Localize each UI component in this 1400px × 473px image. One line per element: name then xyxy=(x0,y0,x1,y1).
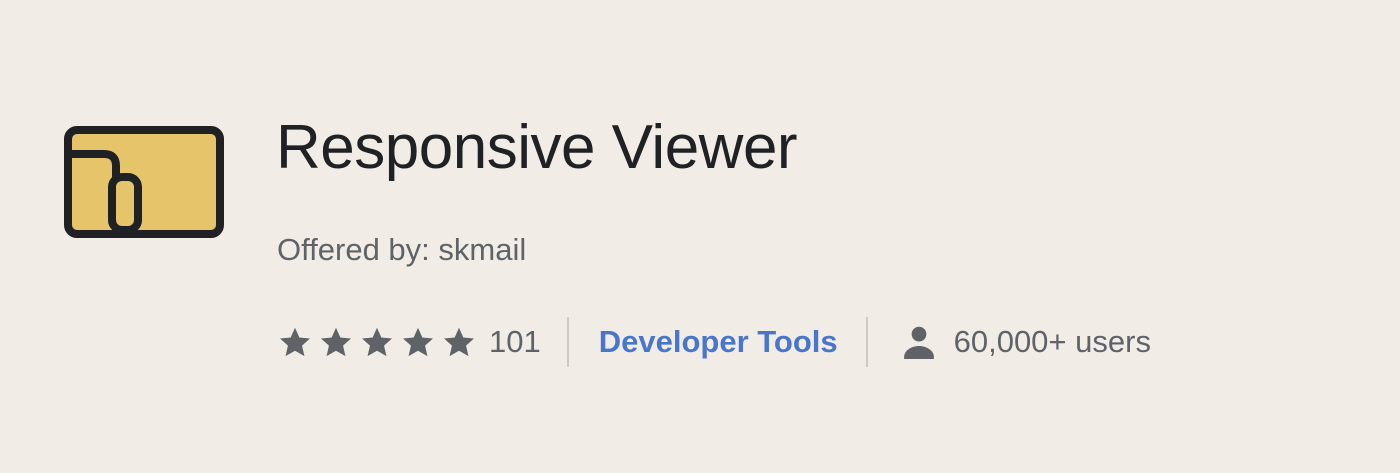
extension-header: Responsive Viewer Offered by: skmail 101… xyxy=(0,0,1400,473)
extension-meta-row: 101 Developer Tools 60,000+ users xyxy=(277,315,1151,369)
offered-by-text: Offered by: skmail xyxy=(277,232,527,267)
responsive-viewer-logo-icon xyxy=(64,126,224,238)
star-icon xyxy=(280,327,310,357)
rating-stars[interactable] xyxy=(277,324,477,360)
star-icon xyxy=(362,327,392,357)
category-link[interactable]: Developer Tools xyxy=(599,324,838,360)
user-count: 60,000+ users xyxy=(953,324,1151,359)
star-icon xyxy=(444,327,474,357)
divider xyxy=(566,317,569,367)
person-icon xyxy=(903,326,934,359)
star-icon xyxy=(403,327,433,357)
star-icon xyxy=(321,327,351,357)
rating-count[interactable]: 101 xyxy=(489,324,541,360)
divider xyxy=(865,317,868,367)
extension-title: Responsive Viewer xyxy=(276,113,798,182)
